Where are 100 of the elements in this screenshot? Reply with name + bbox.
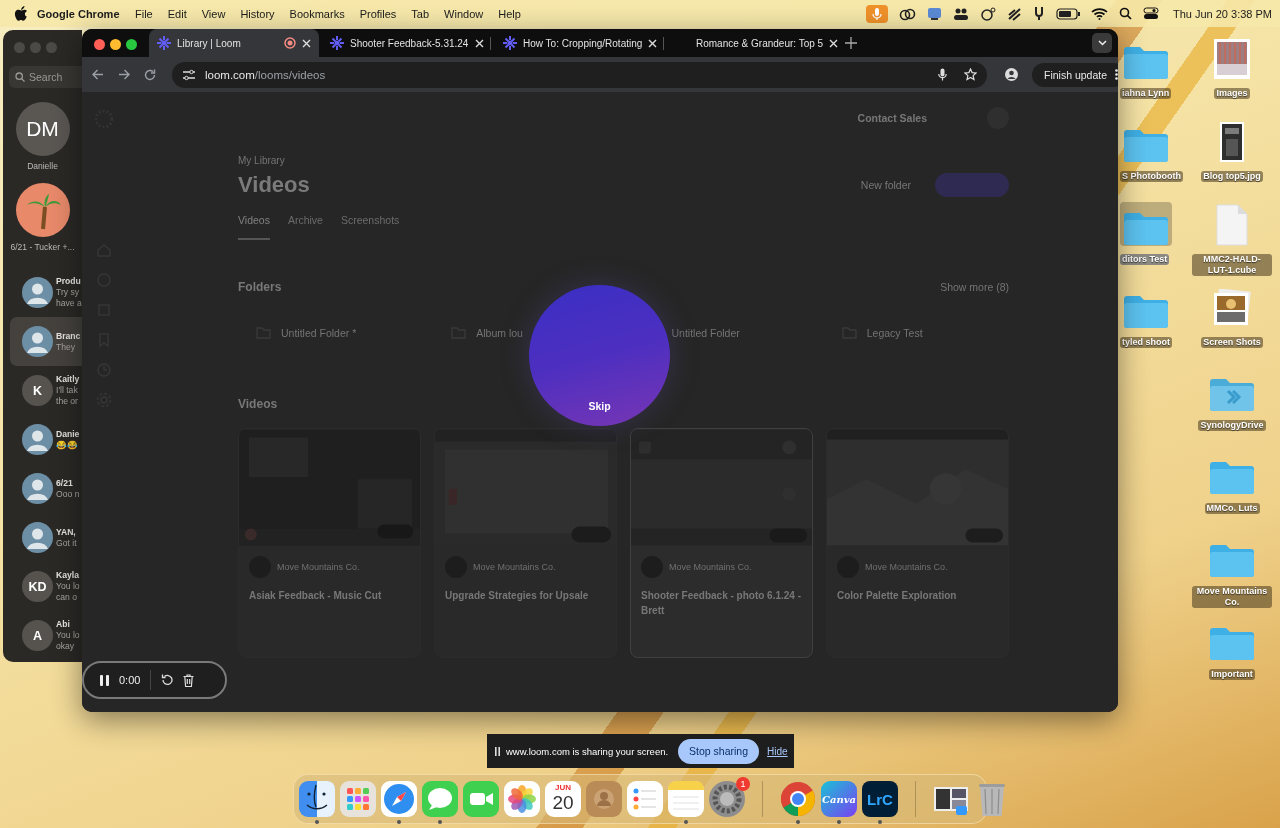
conversation-item[interactable]: K Kaitly I'll tak the or: [10, 366, 82, 415]
search-icon[interactable]: [1118, 7, 1132, 20]
flower-icon[interactable]: [503, 780, 541, 818]
file-label[interactable]: tyled shoot: [1120, 337, 1172, 348]
video-title: Color Palette Exploration: [836, 589, 958, 603]
tuning-fork-icon[interactable]: [1032, 6, 1045, 21]
folder-icon: [1123, 127, 1169, 163]
battery-icon[interactable]: [1055, 7, 1080, 20]
file-label[interactable]: MMC2-HALD-LUT-1.cube: [1192, 254, 1272, 276]
chrome-icon[interactable]: [779, 780, 817, 818]
display-icon[interactable]: [926, 6, 942, 21]
calendar-icon[interactable]: JUN 20: [545, 781, 581, 817]
people-icon[interactable]: [952, 6, 969, 21]
file-label[interactable]: Screen Shots: [1201, 337, 1263, 348]
avatar: A: [22, 620, 53, 651]
window-zoom-control[interactable]: [126, 38, 137, 50]
menu-item[interactable]: Tab: [403, 7, 437, 20]
conversation-item[interactable]: 6/21 Ooo n: [10, 464, 82, 513]
message-preview: You lo okay: [56, 630, 80, 652]
avatar: [22, 473, 53, 504]
conversation-item[interactable]: Produ Try sy have a: [10, 268, 82, 317]
site-settings-icon[interactable]: [182, 68, 196, 81]
search-field[interactable]: Search: [9, 66, 82, 88]
window-minimize-control[interactable]: [110, 38, 121, 50]
close-icon[interactable]: [829, 38, 839, 48]
avatar: [22, 522, 53, 553]
gear-icon[interactable]: [708, 780, 746, 818]
conversation-item[interactable]: Danie 😂😂: [10, 415, 82, 464]
menu-item[interactable]: History: [232, 7, 283, 20]
video-title: Upgrade Strategies for Upsale: [444, 589, 590, 603]
file-label[interactable]: Move Mountains Co.: [1192, 586, 1272, 608]
conversation-title: Danie: [56, 428, 80, 440]
menu-item[interactable]: Profiles: [352, 7, 404, 20]
reload-icon[interactable]: [144, 68, 156, 81]
trash-icon[interactable]: [183, 673, 195, 687]
profile-icon[interactable]: [1005, 68, 1018, 81]
avatar: K: [22, 375, 53, 406]
file-icon: [1216, 204, 1248, 246]
new-tab-icon[interactable]: [845, 37, 857, 49]
menu-item[interactable]: Bookmarks: [282, 7, 353, 20]
restart-icon[interactable]: [161, 674, 174, 686]
stop-sharing-button[interactable]: Stop sharing: [678, 738, 760, 764]
menu-item[interactable]: Help: [490, 7, 529, 20]
conversation-item[interactable]: Branc They: [10, 317, 82, 366]
circle-icon[interactable]: [979, 6, 996, 21]
hide-link[interactable]: Hide: [767, 745, 788, 757]
menu-item[interactable]: File: [127, 7, 161, 20]
window-close-control[interactable]: [94, 38, 105, 50]
skip-button[interactable]: Skip: [529, 285, 670, 426]
star-icon[interactable]: [964, 68, 977, 81]
pause-icon[interactable]: [100, 674, 109, 686]
conversation-title: Produ: [56, 276, 82, 287]
folder-icon: [1209, 542, 1255, 578]
app-name[interactable]: Google Chrome: [27, 7, 128, 20]
menu-item[interactable]: View: [194, 7, 233, 20]
conversation-title: Kaitly: [56, 374, 80, 385]
finish-update-button[interactable]: Finish update: [1032, 62, 1118, 87]
close-icon[interactable]: [648, 38, 658, 48]
section-heading: Videos: [238, 397, 278, 411]
video-title: Asiak Feedback - Music Cut: [248, 589, 383, 603]
page-tab[interactable]: Videos: [238, 214, 270, 240]
canva-icon[interactable]: Canva: [821, 781, 857, 817]
message-preview: Got it: [56, 537, 77, 549]
close-icon[interactable]: [475, 38, 484, 48]
conversation-item[interactable]: KD Kayla You lo can o: [10, 562, 82, 611]
app-wordmark: Canva: [822, 793, 856, 805]
file-label[interactable]: Important: [1209, 669, 1255, 680]
browser-tab[interactable]: Library | Loom: [149, 29, 319, 57]
checklist-icon[interactable]: [626, 780, 664, 818]
control-center-icon[interactable]: [1142, 7, 1159, 20]
notification-badge: 1: [736, 777, 750, 791]
address-bar[interactable]: loom.com/looms/videos: [172, 61, 987, 88]
menu-item[interactable]: Edit: [160, 7, 195, 20]
back-icon[interactable]: [92, 69, 104, 80]
menubar-clock[interactable]: Thu Jun 20 3:38 PM: [1172, 7, 1272, 20]
forward-icon[interactable]: [118, 69, 130, 80]
video-title: Shooter Feedback - photo 6.1.24 - Brett: [640, 589, 803, 618]
finder-icon[interactable]: [298, 780, 336, 818]
file-label[interactable]: Images: [1214, 88, 1250, 99]
section-heading: Folders: [238, 280, 282, 294]
conversation-item[interactable]: YAN, Got it: [10, 513, 82, 562]
file-label[interactable]: MMCo. Luts: [1204, 503, 1260, 514]
author-name: Move Mountains Co.: [473, 562, 556, 572]
close-icon[interactable]: [302, 38, 311, 48]
browser-tab[interactable]: Shooter Feedback-5.31.24: [322, 29, 492, 57]
conversation-item[interactable]: A Abi You lo okay: [10, 611, 82, 660]
file-label[interactable]: iahna Lynn: [1120, 88, 1172, 99]
lightroom-icon[interactable]: LrC: [862, 781, 898, 817]
menu-item[interactable]: Window: [436, 7, 491, 20]
compass-icon[interactable]: [380, 780, 418, 818]
tab-search-button[interactable]: [1092, 33, 1112, 53]
microphone-icon[interactable]: [938, 68, 947, 81]
cloud-icon[interactable]: [898, 6, 916, 21]
more-icon: [1115, 69, 1118, 80]
avatar: DM: [15, 102, 70, 156]
wifi-icon[interactable]: [1090, 7, 1108, 20]
file-label[interactable]: SynologyDrive: [1198, 420, 1266, 431]
conversation-title: Branc: [56, 330, 81, 342]
file-label[interactable]: Blog top5.jpg: [1201, 171, 1263, 182]
file-label[interactable]: S Photobooth: [1120, 171, 1183, 182]
